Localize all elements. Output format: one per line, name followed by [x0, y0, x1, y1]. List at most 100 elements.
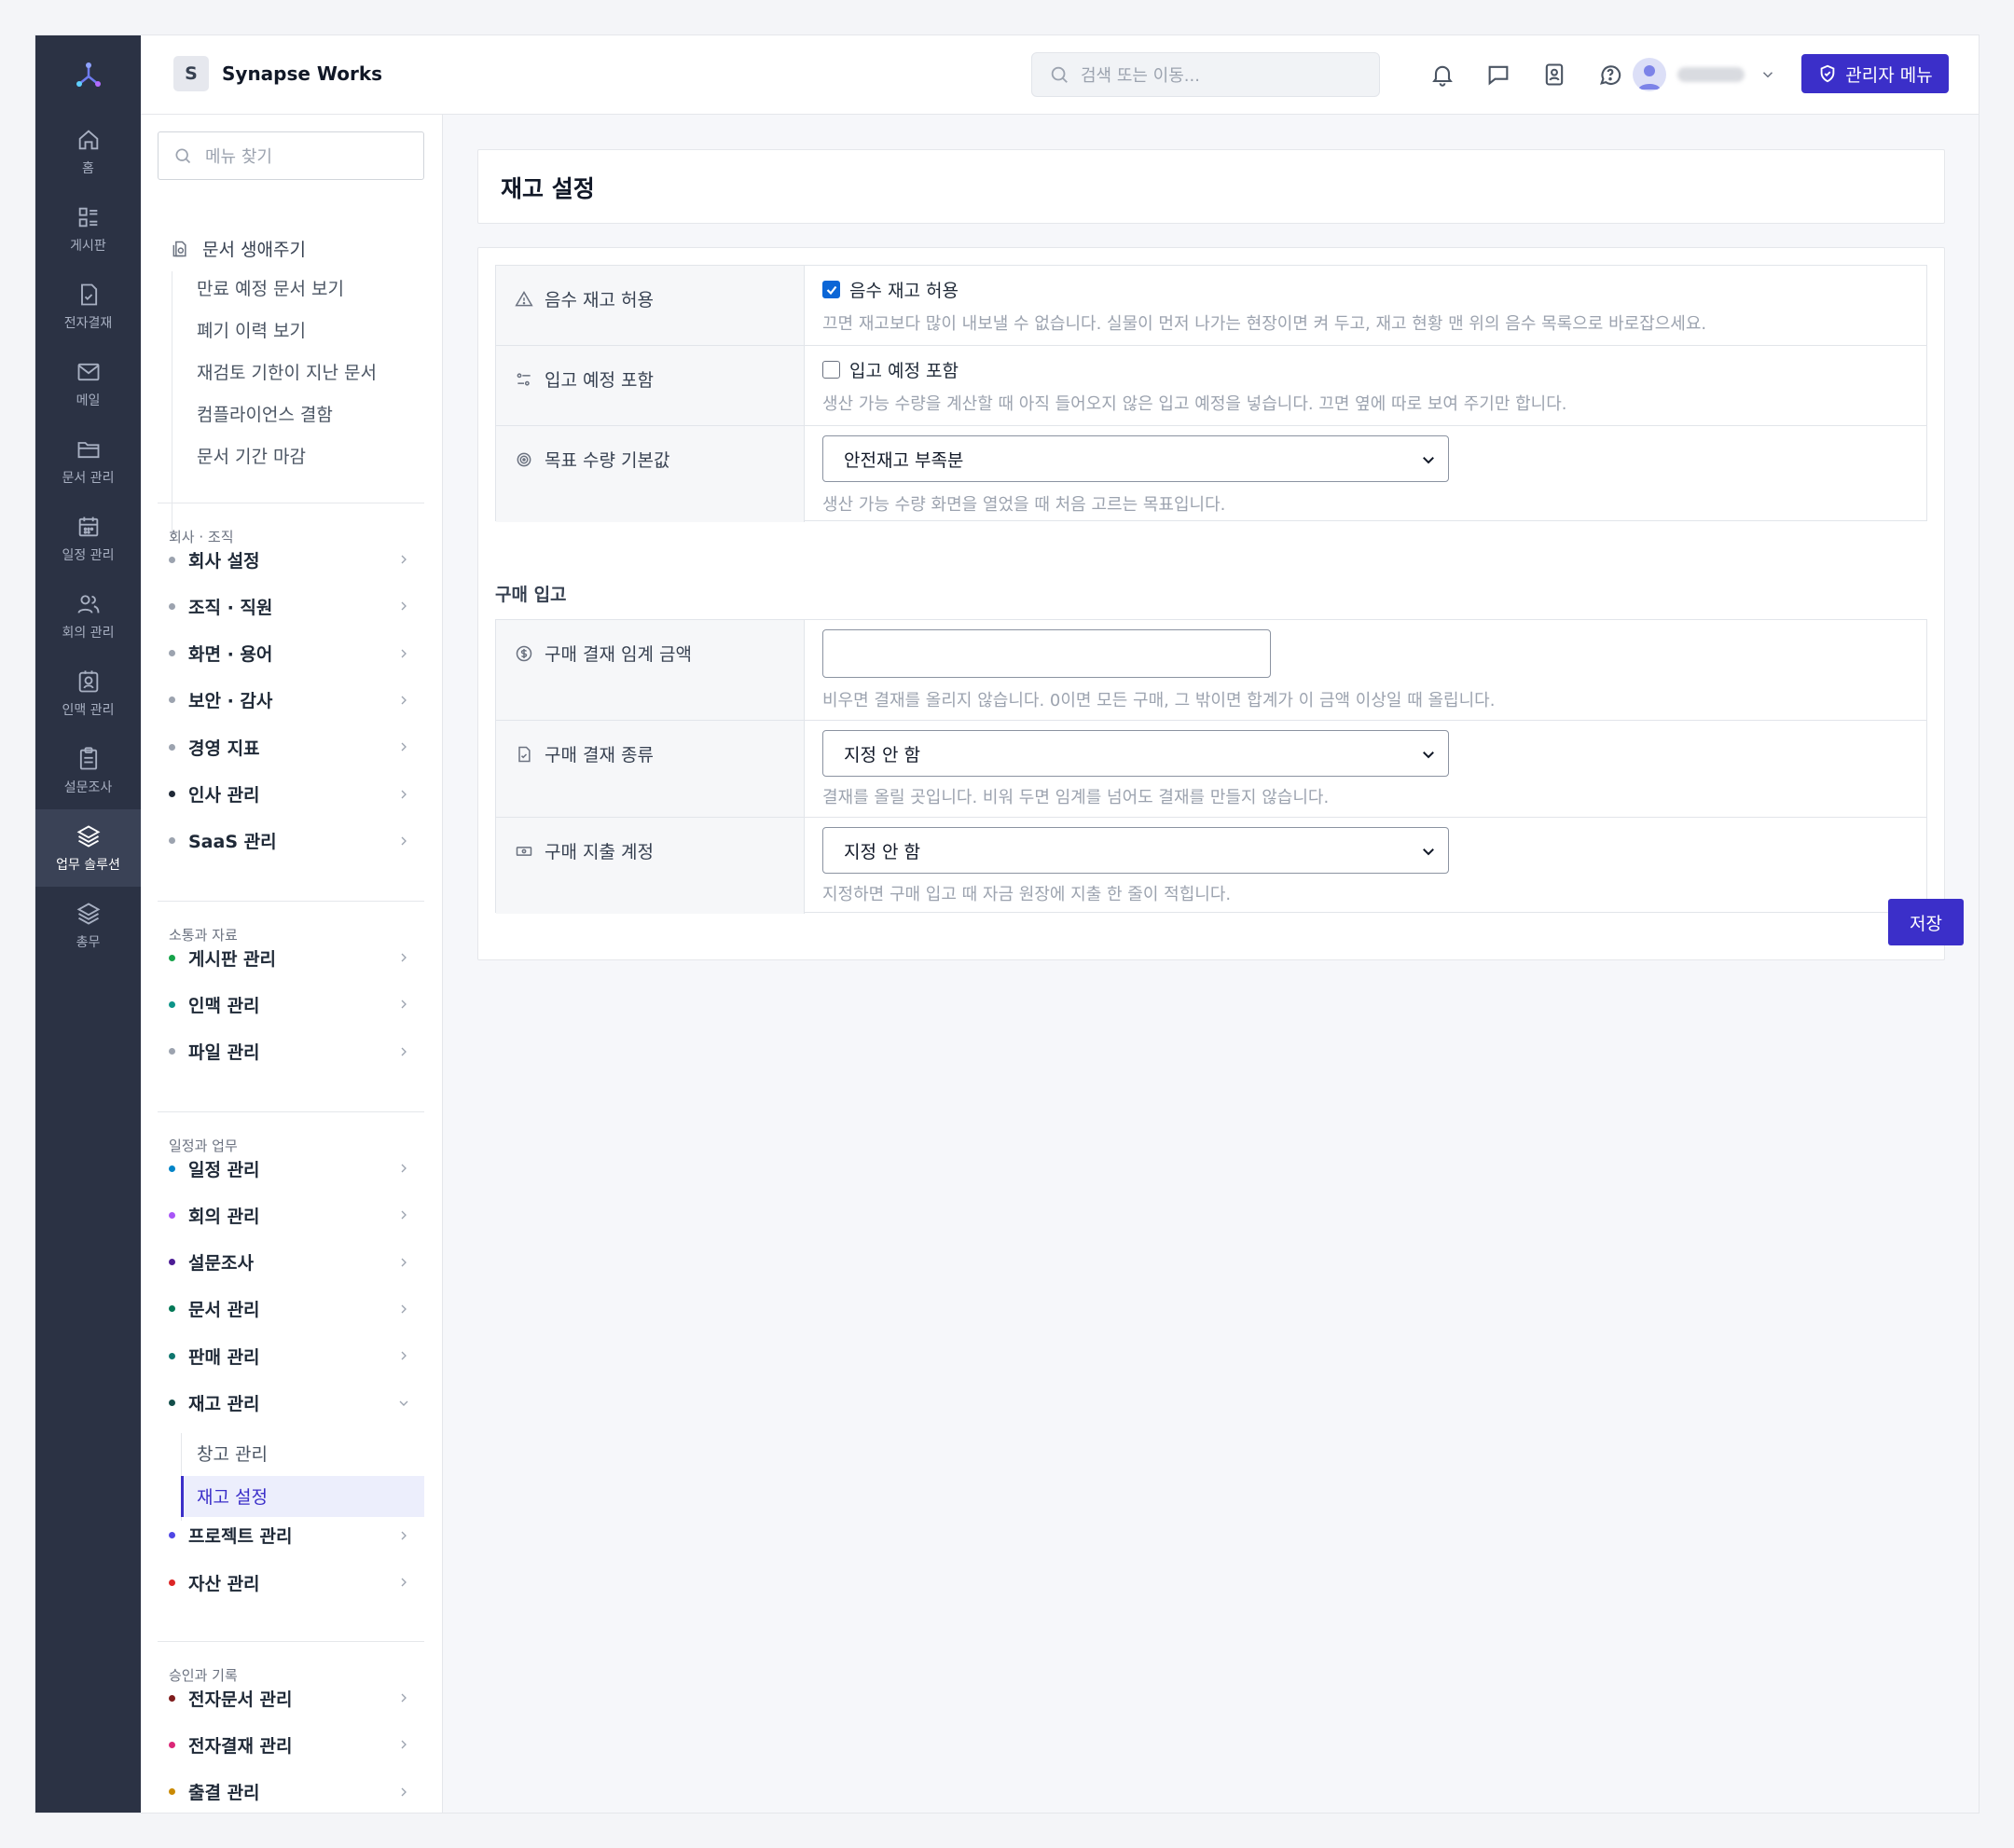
lifecycle-link[interactable]: 폐기 이력 보기 — [197, 317, 306, 342]
settings-row-incoming: 입고 예정 포함 입고 예정 포함 생산 가능 수량을 계산할 때 아직 들어오… — [496, 345, 1926, 425]
chevron-right-icon — [401, 836, 407, 846]
submenu-item-active[interactable]: 재고 설정 — [181, 1475, 424, 1517]
document-lifecycle-heading[interactable]: 문서 생애주기 — [171, 236, 306, 261]
status-dot — [169, 1400, 175, 1406]
banknote-icon — [516, 846, 532, 856]
admin-menu-button[interactable]: 관리자 메뉴 — [1801, 54, 1949, 93]
lifecycle-icon — [172, 241, 186, 256]
lifecycle-link[interactable]: 만료 예정 문서 보기 — [197, 275, 344, 300]
app-logo[interactable] — [35, 35, 141, 113]
notifications-icon[interactable] — [1426, 58, 1459, 91]
menu-item[interactable]: 경영 지표 — [158, 728, 424, 765]
rail-item[interactable]: 회의 관리 — [35, 577, 141, 655]
rail-item[interactable]: 총무 — [35, 887, 141, 964]
menu-item-label: 판매 관리 — [188, 1346, 260, 1368]
rail-item[interactable]: 문서 관리 — [35, 422, 141, 500]
expense-account-select[interactable]: 지정 안 함 — [822, 827, 1449, 874]
warning-icon — [515, 290, 533, 306]
app-rail: 홈 게시판전자결재메일 문서 관리 일정 관리 회의 관리인맥 관리설문조사 업무 솔루션… — [35, 35, 141, 1813]
help-text: 생산 가능 수량 화면을 열었을 때 처음 고르는 목표입니다. — [822, 495, 1226, 515]
rail-item[interactable]: 업무 솔루션 — [35, 809, 141, 887]
menu-item[interactable]: 판매 관리 — [158, 1337, 424, 1374]
chevron-down-icon — [1423, 457, 1434, 464]
menu-item[interactable]: 화면 · 용어 — [158, 635, 424, 672]
shield-icon — [1820, 64, 1835, 83]
chevron-right-icon — [401, 1578, 407, 1587]
rail-item[interactable]: 일정 관리 — [35, 500, 141, 577]
menu-item-label: 자산 관리 — [188, 1573, 260, 1594]
user-menu[interactable] — [1633, 58, 1776, 91]
status-dot — [169, 1000, 175, 1008]
help-icon[interactable] — [1593, 58, 1627, 91]
menu-search-input[interactable]: 메뉴 찾기 — [158, 131, 424, 180]
status-dot — [169, 1352, 175, 1359]
chevron-right-icon — [401, 1164, 407, 1173]
menu-item[interactable]: 전자문서 관리 — [158, 1679, 424, 1717]
rail-item[interactable]: 전자결재 — [35, 268, 141, 345]
rail-item[interactable]: 인맥 관리 — [35, 655, 141, 732]
messages-icon[interactable] — [1482, 58, 1515, 91]
dollar-icon — [516, 645, 532, 661]
calendar-icon — [78, 517, 98, 536]
chevron-right-icon — [401, 1304, 407, 1314]
lifecycle-link[interactable]: 컴플라이언스 결함 — [197, 401, 333, 426]
menu-item-label: 프로젝트 관리 — [188, 1526, 293, 1548]
status-dot — [169, 837, 175, 845]
checkbox-unchecked[interactable] — [822, 361, 840, 379]
menu-item[interactable]: 보안 · 감사 — [158, 682, 424, 719]
rail-item-label: 전자결재 — [63, 315, 113, 331]
row-label: 목표 수량 기본값 — [515, 447, 669, 472]
chevron-right-icon — [401, 601, 407, 611]
menu-item[interactable]: 자산 관리 — [158, 1564, 424, 1601]
target-default-select[interactable]: 안전재고 부족분 — [822, 435, 1449, 482]
row-label-text: 구매 지출 계정 — [545, 842, 654, 862]
rail-item-label: 인맥 관리 — [62, 702, 115, 718]
rail-item[interactable]: 메일 — [35, 345, 141, 422]
menu-item[interactable]: SaaS 관리 — [158, 822, 424, 860]
global-search[interactable]: 검색 또는 이동... — [1031, 52, 1380, 97]
rail-item[interactable]: 홈 — [35, 113, 141, 190]
menu-item[interactable]: 문서 관리 — [158, 1290, 424, 1328]
approval-type-select[interactable]: 지정 안 함 — [822, 730, 1449, 777]
menu-item[interactable]: 재고 관리 — [158, 1385, 424, 1422]
menu-item[interactable]: 파일 관리 — [158, 1033, 424, 1070]
settings-row-approval-type: 구매 결재 종류 지정 안 함 결재를 올릴 곳입니다. 비워 두면 임계를 넘… — [496, 720, 1926, 817]
folder-icon — [77, 441, 99, 458]
rail-item-label: 총무 — [76, 934, 101, 950]
lifecycle-link[interactable]: 문서 기간 마감 — [197, 443, 306, 468]
menu-item[interactable]: 회사 설정 — [158, 541, 424, 578]
menu-item-label: 화면 · 용어 — [188, 644, 273, 666]
menu-item[interactable]: 인맥 관리 — [158, 986, 424, 1023]
menu-item[interactable]: 게시판 관리 — [158, 939, 424, 976]
menu-item[interactable]: 회의 관리 — [158, 1196, 424, 1234]
negative-stock-checkbox[interactable]: 음수 재고 허용 — [822, 277, 959, 302]
rail-item[interactable]: 설문조사 — [35, 732, 141, 809]
save-button[interactable]: 저장 — [1888, 899, 1964, 945]
chevron-right-icon — [401, 1210, 407, 1220]
status-dot — [169, 1788, 175, 1796]
row-label-text: 음수 재고 허용 — [545, 290, 654, 310]
approval-threshold-input[interactable] — [822, 629, 1271, 678]
incoming-checkbox[interactable]: 입고 예정 포함 — [822, 357, 959, 382]
checkbox-checked[interactable] — [822, 281, 840, 298]
rail-item[interactable]: 게시판 — [35, 190, 141, 268]
settings-row-expense-account: 구매 지출 계정 지정 안 함 지정하면 구매 입고 때 자금 원장에 지출 한… — [496, 817, 1926, 914]
menu-item[interactable]: 조직 · 직원 — [158, 587, 424, 625]
menu-item-label: SaaS 관리 — [188, 832, 277, 853]
contacts-icon[interactable] — [1538, 58, 1571, 91]
status-dot — [169, 556, 175, 563]
user-name-redacted — [1677, 67, 1745, 82]
menu-item[interactable]: 출결 관리 — [158, 1773, 424, 1811]
submenu-item[interactable]: 창고 관리 — [181, 1433, 424, 1474]
menu-item[interactable]: 프로젝트 관리 — [158, 1517, 424, 1554]
target-icon — [517, 452, 531, 466]
status-dot — [169, 1165, 175, 1172]
menu-item[interactable]: 전자결재 관리 — [158, 1726, 424, 1763]
row-label-text: 입고 예정 포함 — [545, 370, 654, 391]
company-switcher[interactable]: S Synapse Works — [173, 56, 382, 91]
menu-item[interactable]: 설문조사 — [158, 1244, 424, 1281]
menu-item[interactable]: 일정 관리 — [158, 1150, 424, 1187]
menu-item[interactable]: 인사 관리 — [158, 776, 424, 813]
toggle-list-icon — [517, 372, 531, 386]
lifecycle-link[interactable]: 재검토 기한이 지난 문서 — [197, 359, 377, 384]
